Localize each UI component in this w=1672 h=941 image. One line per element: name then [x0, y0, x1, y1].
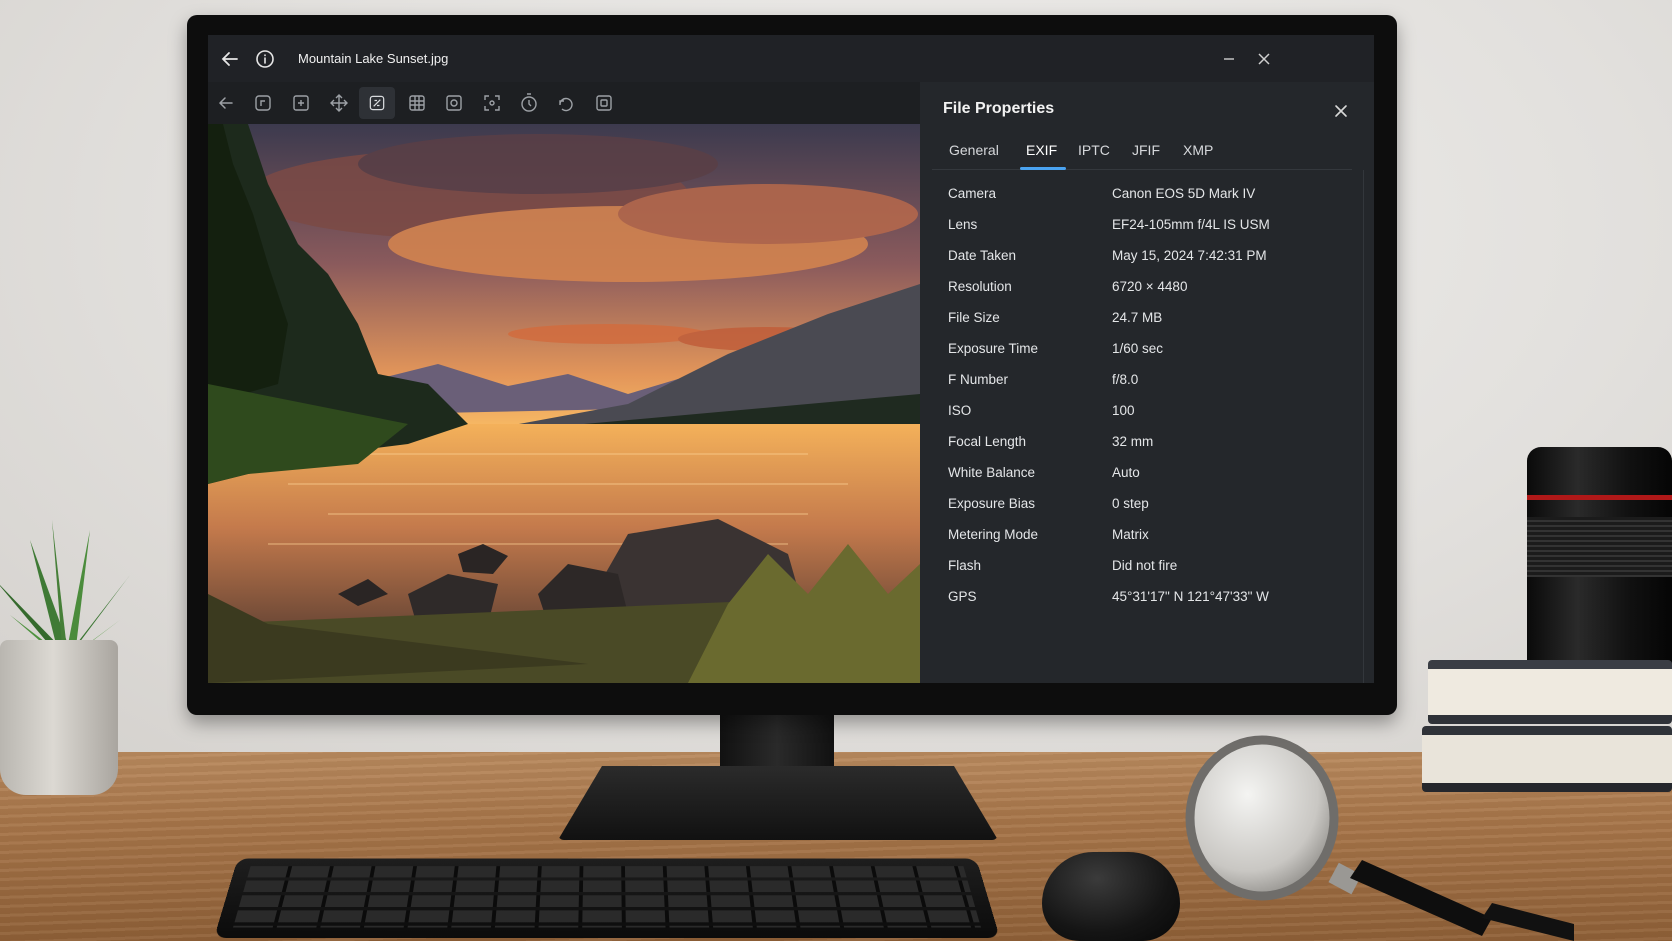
- property-row: GPS 45°31'17" N 121°47'33" W: [948, 589, 1348, 620]
- property-key: Exposure Bias: [948, 496, 1036, 511]
- mountain-lake-sunset-photo: [208, 124, 920, 683]
- info-icon[interactable]: [253, 47, 277, 71]
- image-viewer-window: Mountain Lake Sunset.jpg File Properties…: [208, 35, 1374, 683]
- property-key: Resolution: [948, 279, 1012, 294]
- property-row: Camera Canon EOS 5D Mark IV: [948, 186, 1348, 217]
- magnifying-glass: [1185, 735, 1574, 941]
- book: [1428, 660, 1672, 724]
- property-value: 1/60 sec: [1112, 341, 1164, 356]
- plant-leaves: [0, 520, 130, 660]
- property-row: Flash Did not fire: [948, 558, 1348, 589]
- property-value: Did not fire: [1112, 558, 1178, 573]
- property-row: White Balance Auto: [948, 465, 1348, 496]
- panel-title: File Properties: [943, 100, 1055, 117]
- timer-icon[interactable]: [517, 91, 541, 115]
- back-arrow-icon[interactable]: [214, 91, 238, 115]
- property-key: Exposure Time: [948, 341, 1039, 356]
- property-row: ISO 100: [948, 403, 1348, 434]
- close-icon[interactable]: [1330, 100, 1352, 122]
- property-value: EF24-105mm f/4L IS USM: [1112, 217, 1270, 232]
- tab-jfif[interactable]: JFIF: [1132, 142, 1160, 158]
- property-value: 32 mm: [1112, 434, 1154, 449]
- property-key: GPS: [948, 589, 977, 604]
- property-value: Canon EOS 5D Mark IV: [1112, 186, 1256, 201]
- mouse: [1042, 852, 1180, 941]
- file-properties-panel: File Properties General EXIF IPTC JFIF X…: [920, 82, 1374, 683]
- undo-icon[interactable]: [554, 91, 578, 115]
- grid-icon[interactable]: [405, 91, 429, 115]
- property-value: f/8.0: [1112, 372, 1139, 387]
- image-toolbar: [208, 82, 920, 124]
- resize-icon[interactable]: [480, 91, 504, 115]
- property-key: Camera: [948, 186, 997, 201]
- property-key: Metering Mode: [948, 527, 1039, 542]
- keyboard: [214, 858, 1000, 938]
- close-window-icon[interactable]: [1253, 48, 1275, 70]
- property-value: 100: [1112, 403, 1135, 418]
- property-row: Metering Mode Matrix: [948, 527, 1348, 558]
- property-key: Date Taken: [948, 248, 1017, 263]
- property-value: 24.7 MB: [1112, 310, 1163, 325]
- tab-exif[interactable]: EXIF: [1026, 142, 1057, 158]
- property-value: 0 step: [1112, 496, 1149, 511]
- adjust-icon: [369, 95, 385, 111]
- property-value: 6720 × 4480: [1112, 279, 1188, 294]
- property-key: Flash: [948, 558, 982, 573]
- property-row: Resolution 6720 × 4480: [948, 279, 1348, 310]
- tab-xmp[interactable]: XMP: [1183, 142, 1213, 158]
- panel-scrollbar[interactable]: [1363, 170, 1364, 683]
- property-row: F Number f/8.0: [948, 372, 1348, 403]
- rotate-icon[interactable]: [251, 91, 275, 115]
- property-value: 45°31'17" N 121°47'33" W: [1112, 589, 1269, 604]
- camera-lens-object: [1527, 447, 1672, 687]
- tab-general[interactable]: General: [949, 142, 999, 158]
- exif-properties-list: Camera Canon EOS 5D Mark IV Lens EF24-105m…: [948, 186, 1348, 620]
- move-icon[interactable]: [327, 91, 351, 115]
- property-key: Lens: [948, 217, 978, 232]
- property-row: File Size 24.7 MB: [948, 310, 1348, 341]
- property-row: Lens EF24-105mm f/4L IS USM: [948, 217, 1348, 248]
- property-value: May 15, 2024 7:42:31 PM: [1112, 248, 1267, 263]
- property-value: Auto: [1112, 465, 1140, 480]
- property-row: Exposure Time 1/60 sec: [948, 341, 1348, 372]
- title-bar: Mountain Lake Sunset.jpg: [208, 35, 1374, 82]
- adjust-tool-button[interactable]: [359, 87, 395, 119]
- monitor-stand-base: [558, 766, 998, 840]
- minimize-icon[interactable]: [1218, 48, 1240, 70]
- property-value: Matrix: [1112, 527, 1149, 542]
- plant-pot: [0, 640, 118, 795]
- property-row: Exposure Bias 0 step: [948, 496, 1348, 527]
- property-key: White Balance: [948, 465, 1036, 480]
- frame-icon[interactable]: [592, 91, 616, 115]
- property-row: Focal Length 32 mm: [948, 434, 1348, 465]
- property-key: File Size: [948, 310, 1000, 325]
- property-key: Focal Length: [948, 434, 1027, 449]
- properties-tabs: General EXIF IPTC JFIF XMP: [932, 130, 1352, 170]
- window-title: Mountain Lake Sunset.jpg: [298, 51, 449, 66]
- property-key: ISO: [948, 403, 972, 418]
- property-key: F Number: [948, 372, 1009, 387]
- property-row: Date Taken May 15, 2024 7:42:31 PM: [948, 248, 1348, 279]
- crop-icon[interactable]: [289, 91, 313, 115]
- filter-icon[interactable]: [442, 91, 466, 115]
- tab-iptc[interactable]: IPTC: [1078, 142, 1110, 158]
- active-tab-indicator: [1020, 167, 1066, 170]
- back-arrow-icon[interactable]: [218, 47, 242, 71]
